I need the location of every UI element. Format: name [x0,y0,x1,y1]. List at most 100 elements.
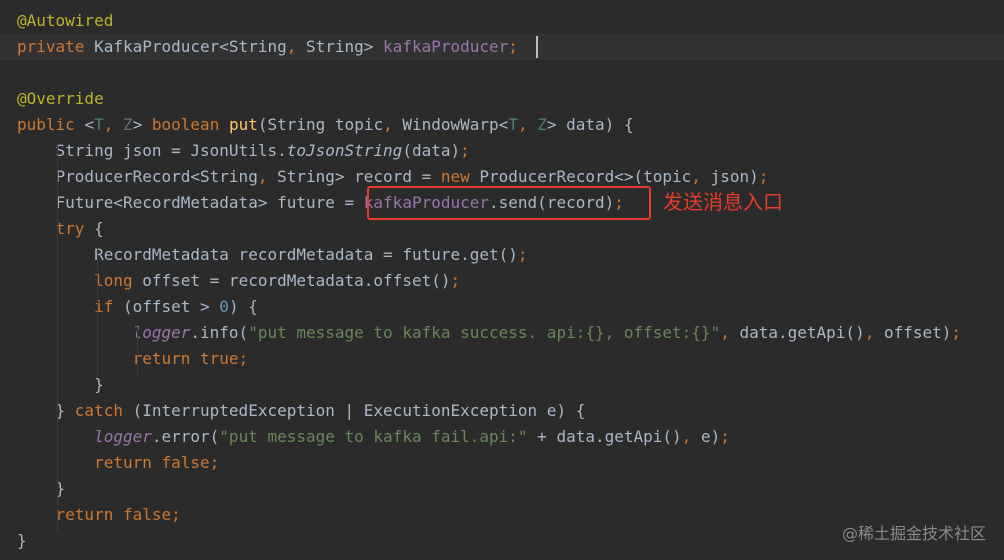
code-line[interactable]: return false; [0,450,1004,476]
code-token: T [94,115,104,134]
code-line[interactable]: @Override [0,86,1004,112]
code-token: ) { [228,297,258,316]
code-token: ; [951,323,962,342]
code-token: return true; [132,349,249,368]
code-token: ; [508,37,518,56]
code-token: String> [305,37,384,56]
code-token: 0 [219,297,229,316]
code-token: public [17,115,85,134]
code-token: Z [537,115,547,134]
code-token: boolean [151,115,229,134]
code-token: ; [758,167,769,186]
code-token: (InterruptedException | ExecutionExcepti… [132,401,586,420]
code-token: > data) { [546,115,634,134]
code-token: "put message to kafka fail.api:" [219,427,528,446]
code-token: ; [450,271,461,290]
code-token: } [17,531,27,550]
code-token: toJsonString [286,141,403,160]
code-token: try [55,219,95,238]
code-token: , [691,167,711,186]
code-token: ProducerRecord<String [17,167,258,186]
indent-guide [137,324,138,376]
code-token: { [94,219,104,238]
indent-guide [57,142,58,532]
code-token: .error( [151,427,220,446]
watermark: @稀土掘金技术社区 [841,524,986,543]
code-editor[interactable]: @Autowired private KafkaProducer<String, … [0,0,1004,560]
code-line[interactable]: private KafkaProducer<String, String> ka… [0,34,1004,60]
highlight-box [367,186,651,220]
code-token: private [17,37,95,56]
code-token: "put message to kafka success. api:{}, o… [248,323,721,342]
code-token: data.getApi() [739,323,865,342]
code-token: RecordMetadata recordMetadata = future.g… [17,245,518,264]
annotation-label: 发送消息入口 [663,190,783,214]
code-token: T [508,115,518,134]
code-line[interactable]: logger.info("put message to kafka succes… [0,320,1004,346]
code-token: KafkaProducer<String [94,37,287,56]
code-line[interactable]: RecordMetadata recordMetadata = future.g… [0,242,1004,268]
code-token: , [257,167,278,186]
code-line[interactable]: } catch (InterruptedException | Executio… [0,398,1004,424]
code-line[interactable]: if (offset > 0) { [0,294,1004,320]
code-token: logger [94,427,152,446]
code-line[interactable]: long offset = recordMetadata.offset(); [0,268,1004,294]
text-caret [536,36,538,58]
code-token: kafkaProducer [383,37,509,56]
code-token: return false; [94,453,220,472]
code-token: + data.getApi() [527,427,682,446]
code-token: , [681,427,701,446]
code-line[interactable]: public <T, Z> boolean put(String topic, … [0,112,1004,138]
indent-guide [97,246,98,376]
code-token: catch [74,401,133,420]
code-token: , [383,115,403,134]
code-line[interactable]: @Autowired [0,8,1004,34]
code-token: @Autowired [17,11,114,30]
code-line[interactable]: } [0,372,1004,398]
code-line[interactable] [0,60,1004,86]
code-token: if [94,297,123,316]
code-token: .info( [190,323,249,342]
code-token: > [132,115,152,134]
code-token: } [17,401,75,420]
code-token: WindowWarp< [402,115,509,134]
code-token: Z [122,115,133,134]
code-token: logger [132,323,191,342]
code-token: , [286,37,306,56]
code-token: ; [720,427,730,446]
code-token: put [228,115,258,134]
code-line[interactable]: return true; [0,346,1004,372]
code-token: json) [710,167,759,186]
code-token: String> record = [277,167,441,186]
code-token: (String topic [257,115,384,134]
code-token: , [720,323,740,342]
code-line[interactable]: logger.error("put message to kafka fail.… [0,424,1004,450]
code-token: ; [460,141,470,160]
code-token: new [440,167,480,186]
code-token: } [17,375,104,394]
code-token: long [94,271,143,290]
code-token: @Override [17,89,104,108]
code-token: offset = recordMetadata.offset() [142,271,451,290]
code-token: , [103,115,123,134]
code-token: e) [700,427,721,446]
code-token: (offset > [122,297,220,316]
code-line[interactable]: } [0,476,1004,502]
code-token: ProducerRecord<>(topic [479,167,692,186]
code-token: (data) [402,141,461,160]
code-token: offset) [883,323,952,342]
code-token: < [84,115,95,134]
code-token: ; [517,245,528,264]
code-line[interactable]: String json = JsonUtils.toJsonString(dat… [0,138,1004,164]
code-token: , [517,115,538,134]
code-token: Future<RecordMetadata> future = [17,193,364,212]
code-token: , [864,323,884,342]
